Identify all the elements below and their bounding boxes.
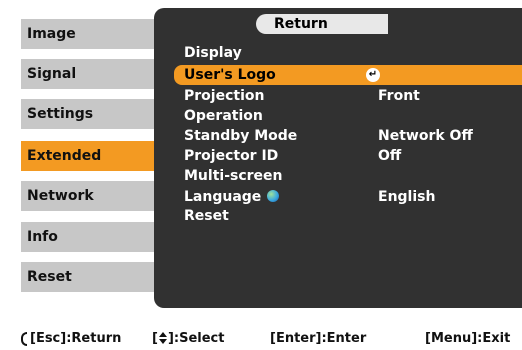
hint-enter: [Enter]:Enter [270,331,367,346]
menu-item-reset[interactable]: Reset [21,262,161,292]
row-users-logo[interactable]: User's Logo ↵ [174,65,522,85]
menu-item-settings[interactable]: Settings [21,99,161,129]
footer-bracket-decoration [21,332,27,346]
up-down-arrow-icon [158,331,167,344]
menu-item-extended[interactable]: Extended [21,141,161,171]
hint-select: []:Select [152,328,224,350]
row-display[interactable]: Display [174,43,522,63]
row-value: English [378,189,436,205]
row-label: Multi-screen [184,168,283,184]
menu-item-image[interactable]: Image [21,19,161,49]
row-standby-mode[interactable]: Standby Mode Network Off [174,126,522,146]
row-label: Projection [184,88,265,104]
row-label: Display [184,45,242,61]
row-projector-id[interactable]: Projector ID Off [174,146,522,166]
row-label: Operation [184,108,263,124]
row-label: Standby Mode [184,128,298,144]
row-value: Off [378,148,402,164]
menu-item-signal[interactable]: Signal [21,59,161,89]
row-reset[interactable]: Reset [174,206,522,226]
globe-icon [267,190,280,202]
row-projection[interactable]: Projection Front [174,86,522,106]
row-label: Projector ID [184,148,279,164]
row-operation[interactable]: Operation [174,106,522,126]
row-language[interactable]: Language English [174,187,522,207]
enter-icon: ↵ [366,68,380,82]
hint-menu-exit: [Menu]:Exit [425,331,511,346]
row-label-wrap: Language [184,187,280,207]
row-label: Language [184,189,262,205]
row-label: Reset [184,208,229,224]
row-value: Front [378,88,420,104]
hint-select-text: ]:Select [167,331,225,346]
left-menu: Image Signal Settings Extended Network I… [0,0,165,310]
hint-esc-return: [Esc]:Return [30,331,122,346]
return-button[interactable]: Return [256,14,388,34]
row-multi-screen[interactable]: Multi-screen [174,166,522,186]
row-label: User's Logo [184,67,276,83]
footer-hints: [Esc]:Return []:Select [Enter]:Enter [Me… [0,328,522,350]
menu-item-info[interactable]: Info [21,222,161,252]
row-value: Network Off [378,128,473,144]
menu-item-network[interactable]: Network [21,181,161,211]
